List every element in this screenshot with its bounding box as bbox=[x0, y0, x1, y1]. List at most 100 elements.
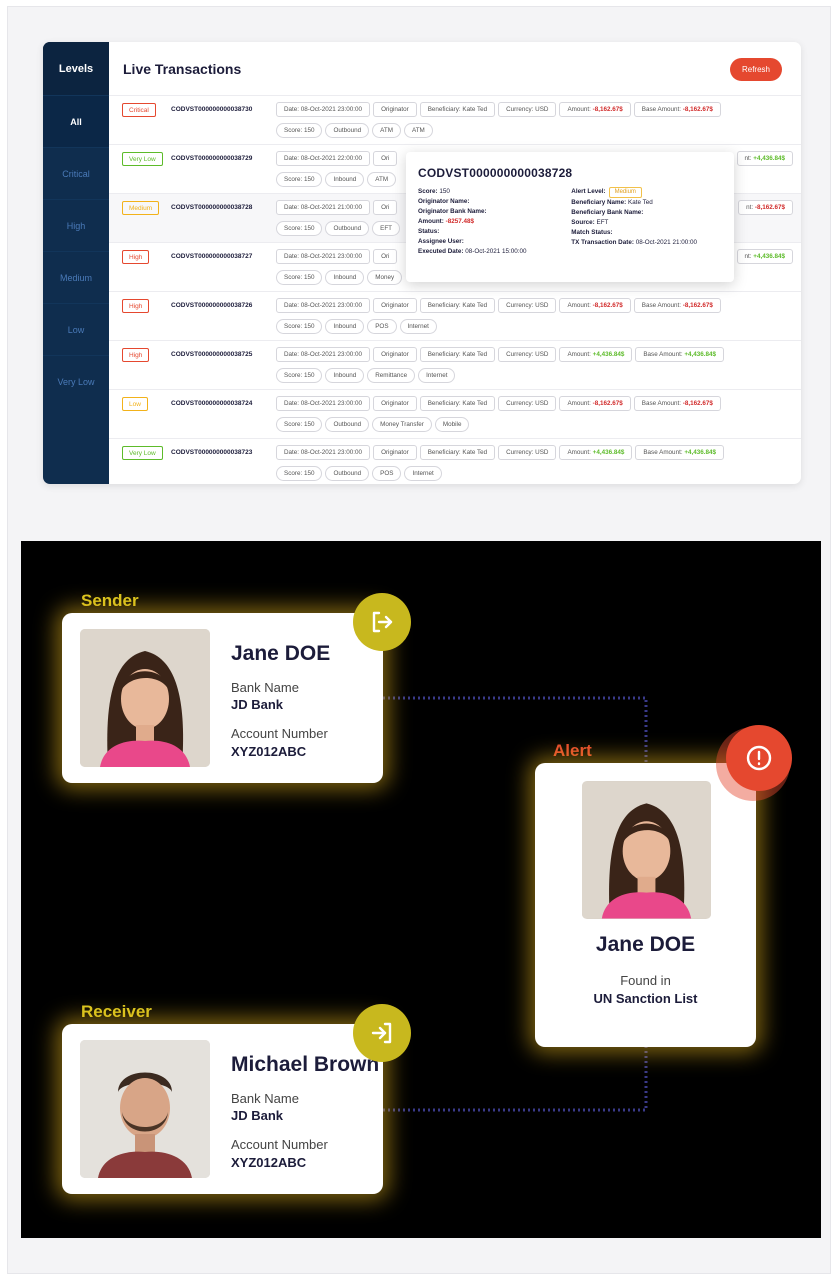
level-filter-high[interactable]: High bbox=[43, 199, 109, 251]
popup-executed: 08-Oct-2021 15:00:00 bbox=[465, 248, 527, 255]
tx-id: CODVST000000000038724 bbox=[171, 400, 253, 407]
tx-extra: Internet bbox=[418, 368, 456, 383]
tx-channel: POS bbox=[367, 319, 397, 334]
sender-account-label: Account Number bbox=[231, 726, 328, 741]
tx-score: Score: 150 bbox=[276, 368, 323, 383]
tx-score: Score: 150 bbox=[276, 123, 323, 138]
status-badge: Very Low bbox=[122, 446, 163, 460]
tx-amount: Amount: -8,162.67$ bbox=[559, 102, 631, 117]
tx-channel: POS bbox=[372, 466, 402, 481]
tx-originator: Originator bbox=[373, 396, 417, 411]
popup-alert-level-label: Alert Level: bbox=[571, 188, 606, 195]
sender-bank-label: Bank Name bbox=[231, 680, 299, 695]
receiver-bank-label: Bank Name bbox=[231, 1091, 299, 1106]
status-badge: High bbox=[122, 250, 150, 264]
tx-base-amount: nt: +4,436.84$ bbox=[736, 249, 793, 264]
tx-originator: Originator bbox=[373, 445, 417, 460]
level-filter-medium[interactable]: Medium bbox=[43, 251, 109, 303]
alert-card: Jane DOE Found in UN Sanction List bbox=[535, 763, 756, 1047]
tx-amount: Amount: -8,162.67$ bbox=[559, 298, 631, 313]
status-badge: High bbox=[122, 299, 150, 313]
tx-date: Date: 08-Oct-2021 21:00:00 bbox=[276, 200, 371, 215]
tx-base-amount: Base Amount: -8,162.67$ bbox=[633, 102, 721, 117]
refresh-button[interactable]: Refresh bbox=[730, 58, 782, 81]
tx-channel: EFT bbox=[372, 221, 401, 236]
table-row[interactable]: Low CODVST000000000038724 Date: 08-Oct-202… bbox=[109, 389, 801, 438]
popup-originator-bank-label: Originator Bank Name: bbox=[418, 208, 487, 215]
tx-id: CODVST000000000038726 bbox=[171, 302, 253, 309]
tx-beneficiary: Beneficiary: Kate Ted bbox=[419, 298, 496, 313]
tx-extra: Internet bbox=[399, 319, 437, 334]
level-filter-low[interactable]: Low bbox=[43, 303, 109, 355]
sender-card: Jane DOE Bank Name JD Bank Account Numbe… bbox=[62, 613, 383, 783]
tx-extra: ATM bbox=[403, 123, 433, 138]
popup-tx-date-label: TX Transaction Date: bbox=[571, 239, 634, 246]
table-row[interactable]: High CODVST000000000038725 Date: 08-Oct-20… bbox=[109, 340, 801, 389]
table-row[interactable]: Very Low CODVST000000000038723 Date: 08-Oc… bbox=[109, 438, 801, 484]
tx-base-amount: Base Amount: +4,436.84$ bbox=[635, 347, 725, 362]
receiver-card: Michael Brown Bank Name JD Bank Account … bbox=[62, 1024, 383, 1194]
tx-currency: Currency: USD bbox=[498, 347, 557, 362]
tx-id: CODVST000000000038728 bbox=[171, 204, 253, 211]
popup-executed-label: Executed Date: bbox=[418, 248, 464, 255]
sender-account: XYZ012ABC bbox=[231, 744, 307, 759]
tx-originator: Ori bbox=[373, 249, 398, 264]
tx-originator: Ori bbox=[373, 151, 398, 166]
tx-date: Date: 08-Oct-2021 23:00:00 bbox=[276, 445, 371, 460]
popup-beneficiary-name-label: Beneficiary Name: bbox=[571, 199, 627, 206]
tx-extra: Mobile bbox=[434, 417, 470, 432]
tx-date: Date: 08-Oct-2021 23:00:00 bbox=[276, 347, 371, 362]
tx-extra: Internet bbox=[404, 466, 442, 481]
tx-date: Date: 08-Oct-2021 23:00:00 bbox=[276, 102, 371, 117]
tx-originator: Originator bbox=[373, 298, 417, 313]
tx-direction: Inbound bbox=[325, 172, 365, 187]
tx-base-amount: Base Amount: +4,436.84$ bbox=[635, 445, 725, 460]
tx-amount: Amount: +4,436.84$ bbox=[559, 347, 633, 362]
tx-beneficiary: Beneficiary: Kate Ted bbox=[419, 445, 496, 460]
table-row[interactable]: Critical CODVST000000000038730 Date: 08-Oc… bbox=[109, 95, 801, 144]
tx-score: Score: 150 bbox=[276, 319, 323, 334]
tx-base-amount: Base Amount: -8,162.67$ bbox=[633, 298, 721, 313]
sign-out-icon bbox=[353, 593, 411, 651]
tx-score: Score: 150 bbox=[276, 466, 323, 481]
sign-in-icon bbox=[353, 1004, 411, 1062]
tx-channel: Remittance bbox=[367, 368, 416, 383]
tx-id: CODVST000000000038729 bbox=[171, 155, 253, 162]
popup-beneficiary-bank-label: Beneficiary Bank Name: bbox=[571, 209, 644, 216]
table-row[interactable]: High CODVST000000000038726 Date: 08-Oct-20… bbox=[109, 291, 801, 340]
tx-currency: Currency: USD bbox=[498, 445, 557, 460]
tx-originator: Originator bbox=[373, 102, 417, 117]
tx-base-amount: nt: -8,162.67$ bbox=[738, 200, 793, 215]
popup-source-label: Source: bbox=[571, 219, 595, 226]
status-badge: Low bbox=[122, 397, 148, 411]
tx-direction: Outbound bbox=[325, 123, 370, 138]
status-badge: High bbox=[122, 348, 150, 362]
tx-beneficiary: Beneficiary: Kate Ted bbox=[419, 396, 496, 411]
tx-base-amount: nt: +4,436.84$ bbox=[736, 151, 793, 166]
level-filter-all[interactable]: All bbox=[43, 95, 109, 147]
tx-id: CODVST000000000038727 bbox=[171, 253, 253, 260]
popup-status-label: Status: bbox=[418, 228, 440, 235]
popup-amount-label: Amount: bbox=[418, 218, 444, 225]
popup-tx-date: 08-Oct-2021 21:00:00 bbox=[635, 239, 697, 246]
tx-originator: Ori bbox=[373, 200, 398, 215]
alert-label: Alert bbox=[553, 741, 592, 760]
tx-direction: Outbound bbox=[325, 466, 370, 481]
tx-amount: Amount: -8,162.67$ bbox=[559, 396, 631, 411]
level-filter-critical[interactable]: Critical bbox=[43, 147, 109, 199]
receiver-label: Receiver bbox=[81, 1002, 152, 1021]
sender-name: Jane DOE bbox=[231, 642, 331, 665]
tx-beneficiary: Beneficiary: Kate Ted bbox=[419, 102, 496, 117]
avatar bbox=[80, 1040, 210, 1178]
popup-alert-level-badge: Medium bbox=[608, 187, 642, 198]
levels-header: Levels bbox=[43, 42, 109, 95]
level-filter-very-low[interactable]: Very Low bbox=[43, 355, 109, 407]
status-badge: Critical bbox=[122, 103, 156, 117]
tx-direction: Outbound bbox=[325, 221, 370, 236]
popup-assignee-label: Assignee User: bbox=[418, 238, 464, 245]
transaction-flow-illustration: Sender Jane DOE Bank Name JD Bank Accoun… bbox=[21, 541, 821, 1238]
receiver-account-label: Account Number bbox=[231, 1137, 328, 1152]
popup-amount: -8257.48$ bbox=[445, 218, 475, 225]
tx-id: CODVST000000000038730 bbox=[171, 106, 253, 113]
tx-id: CODVST000000000038723 bbox=[171, 449, 253, 456]
